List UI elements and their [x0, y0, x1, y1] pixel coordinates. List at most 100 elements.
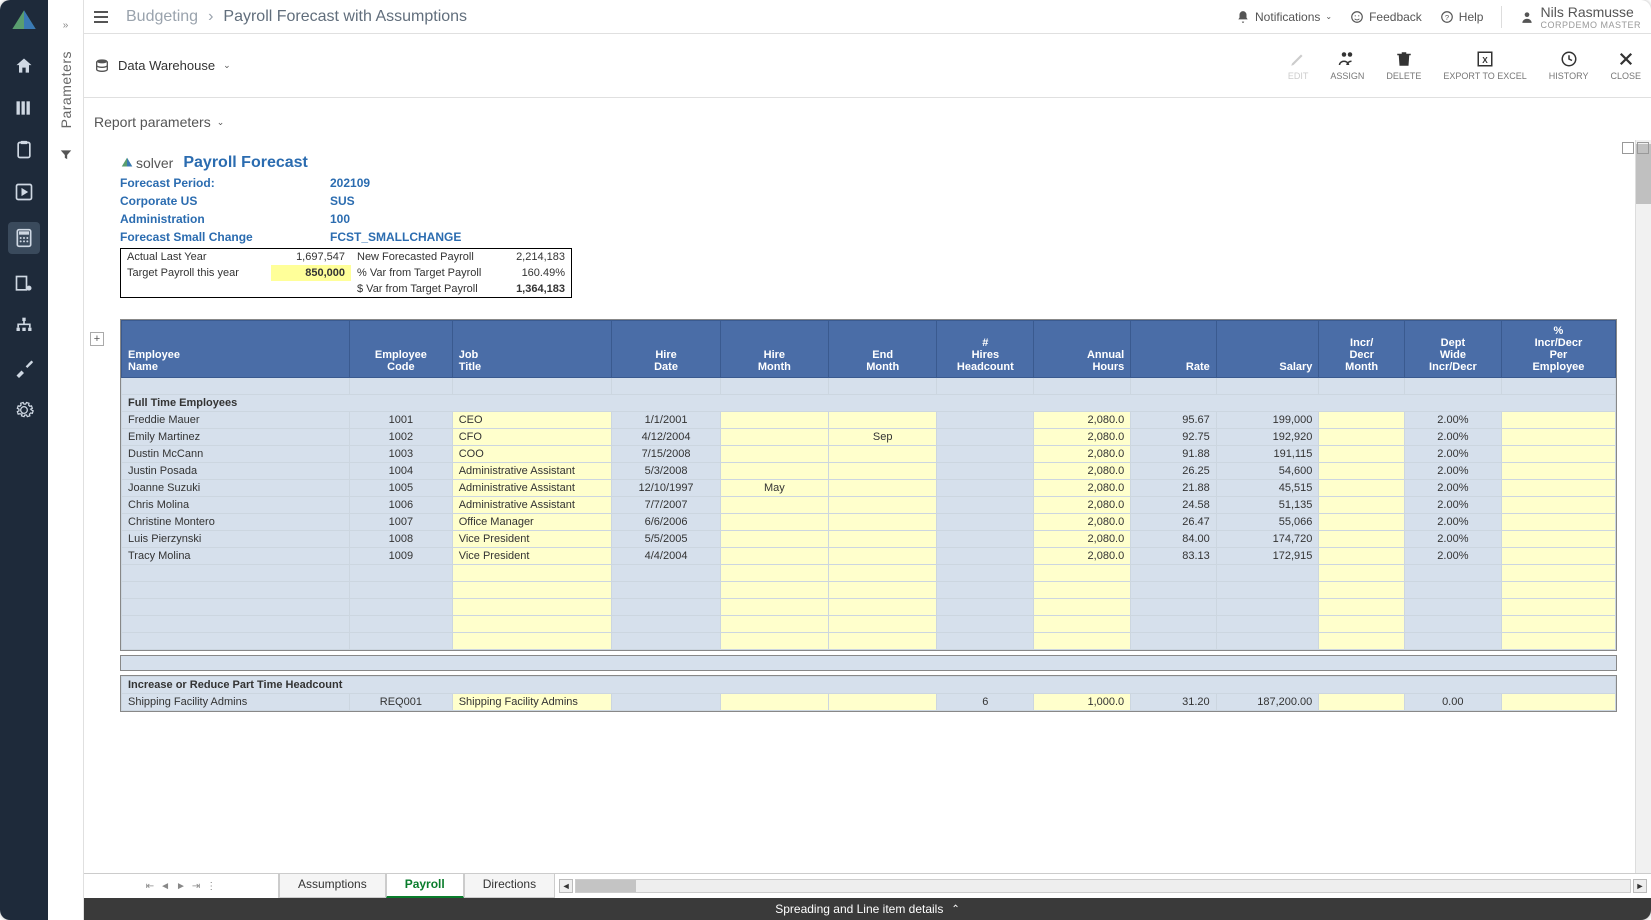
column-header[interactable]: Rate [1131, 321, 1217, 378]
meta-label: Forecast Period: [120, 176, 330, 190]
library-icon[interactable] [12, 96, 36, 120]
chevron-down-icon: ⌄ [217, 117, 225, 128]
column-header[interactable]: Salary [1216, 321, 1319, 378]
table-row[interactable] [122, 599, 1616, 616]
chevron-down-icon: ⌄ [223, 60, 231, 71]
person-doc-icon[interactable] [12, 272, 36, 296]
table-row[interactable] [122, 616, 1616, 633]
grid-spacer [120, 655, 1617, 671]
table-row[interactable]: Christine Montero 1007 Office Manager 6/… [122, 514, 1616, 531]
delete-button[interactable]: DELETE [1386, 50, 1421, 81]
column-header[interactable]: EndMonth [829, 321, 937, 378]
edit-button: EDIT [1288, 50, 1309, 81]
assign-button[interactable]: ASSIGN [1330, 50, 1364, 81]
app-logo [10, 8, 38, 36]
horizontal-scrollbar[interactable]: ◄ ► [555, 874, 1651, 898]
meta-label: Forecast Small Change [120, 230, 330, 244]
tab-payroll[interactable]: Payroll [386, 874, 464, 898]
table-row[interactable]: Shipping Facility Admins REQ001 Shipping… [122, 694, 1616, 711]
column-header[interactable]: Incr/DecrMonth [1319, 321, 1405, 378]
table-row[interactable]: Dustin McCann 1003 COO 7/15/2008 2,080.0… [122, 446, 1616, 463]
column-header[interactable]: AnnualHours [1034, 321, 1131, 378]
column-header[interactable]: %Incr/DecrPerEmployee [1501, 321, 1615, 378]
assign-icon [1338, 50, 1356, 68]
tab-assumptions[interactable]: Assumptions [279, 874, 386, 898]
parttime-grid: Increase or Reduce Part Time Headcount S… [120, 675, 1617, 712]
excel-icon: X [1476, 50, 1494, 68]
play-icon[interactable] [12, 180, 36, 204]
chevron-up-icon: ⌃ [951, 904, 959, 915]
breadcrumb: Budgeting › Payroll Forecast with Assump… [126, 8, 467, 26]
sheet-nav-buttons: ⇤ ◄ ► ⇥ ⋮ [84, 874, 279, 898]
bell-icon [1236, 10, 1250, 24]
sheet-first-icon[interactable]: ⇤ [146, 881, 154, 892]
filter-icon[interactable] [59, 148, 73, 162]
left-nav-rail [0, 0, 48, 920]
report-parameters-toggle[interactable]: Report parameters ⌄ [84, 98, 1651, 140]
sheet-last-icon[interactable]: ⇥ [192, 881, 200, 892]
calculator-icon[interactable] [8, 222, 40, 254]
table-row[interactable] [122, 633, 1616, 650]
spreading-panel-toggle[interactable]: Spreading and Line item details ⌃ [84, 898, 1651, 920]
datasource-dropdown[interactable]: Data Warehouse ⌄ [94, 58, 231, 74]
smiley-icon [1350, 10, 1364, 24]
payroll-grid: EmployeeNameEmployeeCodeJobTitleHireDate… [120, 319, 1617, 651]
column-header[interactable]: EmployeeName [122, 321, 350, 378]
column-header[interactable]: HireDate [612, 321, 720, 378]
table-row[interactable]: Joanne Suzuki 1005 Administrative Assist… [122, 480, 1616, 497]
tab-bar: ⇤ ◄ ► ⇥ ⋮ AssumptionsPayrollDirections ◄… [84, 874, 1651, 898]
table-row[interactable]: Justin Posada 1004 Administrative Assist… [122, 463, 1616, 480]
chevron-down-icon: ⌄ [1325, 12, 1332, 21]
settings-icon[interactable] [12, 398, 36, 422]
tools-icon[interactable] [12, 356, 36, 380]
column-header[interactable]: HireMonth [720, 321, 828, 378]
column-header[interactable]: JobTitle [452, 321, 612, 378]
summary-box: Actual Last Year 1,697,547 New Forecaste… [120, 248, 572, 298]
tab-directions[interactable]: Directions [464, 874, 555, 898]
close-button[interactable]: CLOSE [1610, 50, 1641, 81]
help-link[interactable]: ? Help [1440, 10, 1484, 24]
export-excel-button[interactable]: X EXPORT TO EXCEL [1443, 50, 1526, 81]
sheet-next-icon[interactable]: ► [176, 881, 186, 892]
bottom-area: ⇤ ◄ ► ⇥ ⋮ AssumptionsPayrollDirections ◄… [84, 873, 1651, 920]
trash-icon [1395, 50, 1413, 68]
table-row[interactable]: Luis Pierzynski 1008 Vice President 5/5/… [122, 531, 1616, 548]
pencil-icon [1289, 50, 1307, 68]
meta-value: SUS [330, 194, 355, 208]
main-area: Budgeting › Payroll Forecast with Assump… [84, 0, 1651, 920]
hamburger-icon[interactable] [94, 11, 108, 23]
scroll-left-button[interactable]: ◄ [559, 879, 573, 893]
history-icon [1560, 50, 1578, 68]
scroll-right-button[interactable]: ► [1633, 879, 1647, 893]
breadcrumb-root[interactable]: Budgeting [126, 8, 198, 26]
table-row[interactable]: Freddie Mauer 1001 CEO 1/1/2001 2,080.0 … [122, 412, 1616, 429]
history-button[interactable]: HISTORY [1549, 50, 1589, 81]
parameters-label: Parameters [58, 51, 74, 128]
feedback-link[interactable]: Feedback [1350, 10, 1422, 24]
table-row[interactable] [122, 565, 1616, 582]
breadcrumb-current: Payroll Forecast with Assumptions [223, 8, 467, 26]
breadcrumb-separator: › [208, 8, 213, 26]
column-header[interactable]: DeptWideIncr/Decr [1404, 321, 1501, 378]
column-header[interactable]: EmployeeCode [350, 321, 453, 378]
meta-label: Corporate US [120, 194, 330, 208]
table-row[interactable] [122, 582, 1616, 599]
table-row[interactable]: Chris Molina 1006 Administrative Assista… [122, 497, 1616, 514]
parameters-rail: » Parameters [48, 0, 84, 920]
section-header-row: Increase or Reduce Part Time Headcount [122, 677, 1616, 694]
user-menu[interactable]: Nils Rasmusse CORPDEMO MASTER [1520, 4, 1641, 30]
column-header[interactable]: #HiresHeadcount [937, 321, 1034, 378]
hierarchy-icon[interactable] [12, 314, 36, 338]
clipboard-icon[interactable] [12, 138, 36, 162]
sheet-prev-icon[interactable]: ◄ [160, 881, 170, 892]
layout-icon[interactable] [1637, 142, 1649, 154]
collapse-rail-icon[interactable]: » [63, 20, 69, 31]
report-scroller[interactable]: solver Payroll Forecast Forecast Period:… [84, 140, 1635, 873]
divider [1501, 6, 1502, 28]
table-row[interactable]: Tracy Molina 1009 Vice President 4/4/200… [122, 548, 1616, 565]
vertical-scrollbar[interactable] [1635, 140, 1651, 873]
notifications-menu[interactable]: Notifications ⌄ [1236, 10, 1332, 24]
table-row[interactable]: Emily Martinez 1002 CFO 4/12/2004 Sep 2,… [122, 429, 1616, 446]
database-icon [94, 58, 110, 74]
home-icon[interactable] [12, 54, 36, 78]
